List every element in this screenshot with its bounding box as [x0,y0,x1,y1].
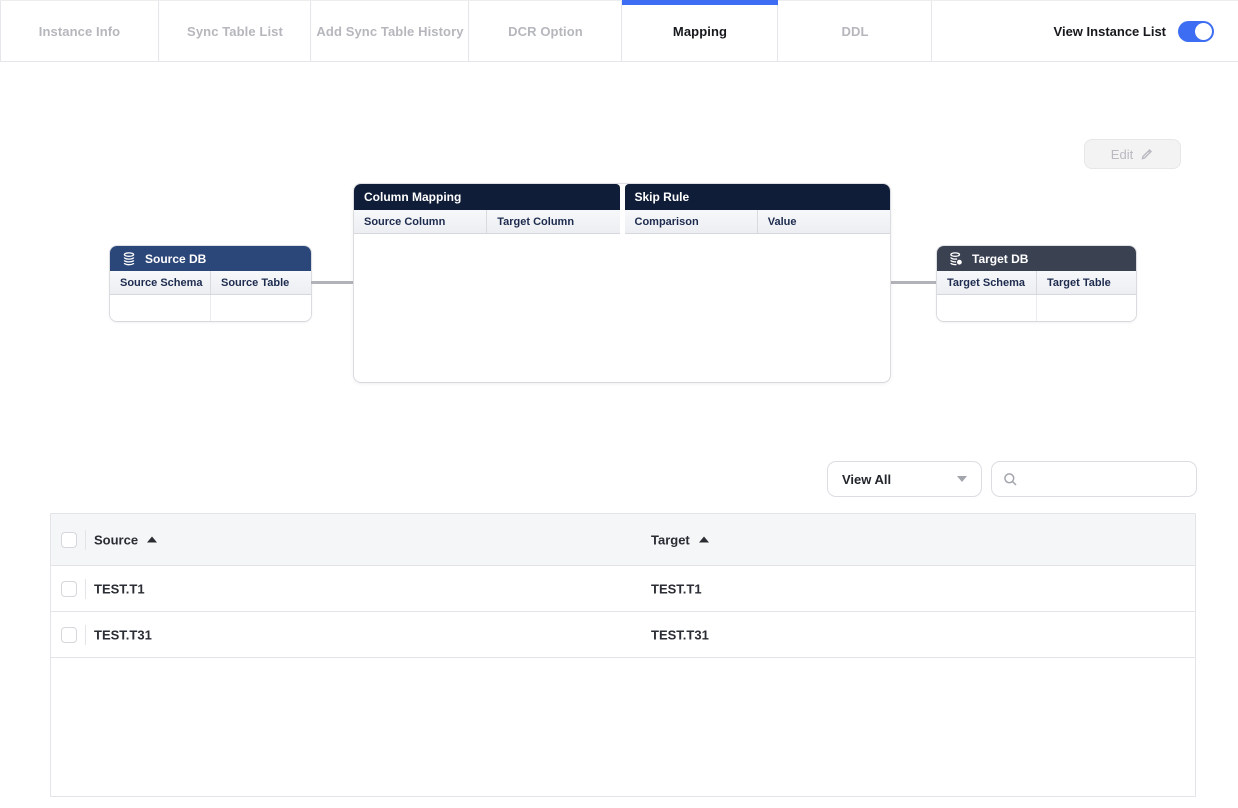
target-schema-column-header: Target Schema [937,271,1036,294]
target-db-title: Target DB [972,252,1028,266]
pencil-icon [1140,147,1154,161]
source-db-columns: Source Schema Source Table [110,271,311,295]
row-source-value: TEST.T1 [94,581,145,596]
tab-mapping[interactable]: Mapping [622,1,778,61]
database-check-icon [949,252,963,266]
tab-label: DCR Option [508,24,583,39]
tab-label: Add Sync Table History [316,24,463,39]
mapping-table: Source Target TEST.T1 TEST.T1 TEST.T31 T… [50,513,1196,797]
column-mapping-columns: Source Column Target Column [354,210,620,234]
view-all-dropdown[interactable]: View All [827,461,982,497]
column-mapping-panel: Column Mapping Source Column Target Colu… [354,184,890,382]
source-column-sort[interactable]: Source [94,532,157,547]
row-source-value: TEST.T31 [94,627,152,642]
skip-rule-section: Skip Rule Comparison Value [625,184,891,234]
target-connector-line [890,281,937,284]
search-icon [1003,472,1018,487]
source-schema-column-header: Source Schema [110,271,210,294]
header-divider [85,530,86,550]
view-all-selected-value: View All [842,472,957,487]
source-db-title: Source DB [145,252,206,266]
select-all-checkbox[interactable] [61,532,77,548]
table-row[interactable]: TEST.T1 TEST.T1 [51,566,1195,612]
row-target-value: TEST.T1 [651,581,702,596]
tab-label: Instance Info [39,24,120,39]
tab-label: Mapping [673,24,727,39]
target-column-header: Target Column [486,210,619,233]
mapping-panel-headers: Column Mapping Source Column Target Colu… [354,184,890,234]
row-checkbox[interactable] [61,581,77,597]
skip-rule-columns: Comparison Value [625,210,891,234]
comparison-column-header: Comparison [625,210,757,233]
search-box [991,461,1197,497]
target-table-column-header: Target Table [1036,271,1136,294]
source-column-header: Source Column [354,210,486,233]
target-db-empty-row [937,295,1136,321]
row-target-value: TEST.T31 [651,627,709,642]
tab-dcr-option[interactable]: DCR Option [469,1,622,61]
table-header-row: Source Target [51,514,1195,566]
target-column-sort[interactable]: Target [651,532,709,547]
row-checkbox[interactable] [61,627,77,643]
table-empty-area [51,658,1195,794]
sort-ascending-icon [147,537,157,543]
chevron-down-icon [957,476,967,482]
source-connector-line [311,281,354,284]
table-row[interactable]: TEST.T31 TEST.T31 [51,612,1195,658]
tab-bar: Instance Info Sync Table List Add Sync T… [0,0,1238,62]
view-instance-list-label: View Instance List [1054,24,1166,39]
source-column-label: Source [94,532,138,547]
edit-button-label: Edit [1111,147,1133,162]
target-db-panel: Target DB Target Schema Target Table [937,246,1136,321]
tab-sync-table-list[interactable]: Sync Table List [159,1,311,61]
column-mapping-section: Column Mapping Source Column Target Colu… [354,184,620,234]
tab-ddl[interactable]: DDL [778,1,932,61]
column-mapping-title: Column Mapping [354,184,620,210]
target-column-label: Target [651,532,690,547]
database-icon [122,252,136,266]
row-divider [85,579,86,599]
tab-label: DDL [841,24,868,39]
target-db-header: Target DB [937,246,1136,271]
tab-label: Sync Table List [187,24,283,39]
source-db-header: Source DB [110,246,311,271]
source-db-empty-row [110,295,311,321]
row-divider [85,625,86,645]
search-input[interactable] [1026,472,1202,487]
source-db-panel: Source DB Source Schema Source Table [110,246,311,321]
value-column-header: Value [757,210,890,233]
skip-rule-title: Skip Rule [625,184,891,210]
tabbar-right-area: View Instance List [932,1,1238,61]
mapping-page: Instance Info Sync Table List Add Sync T… [0,0,1238,808]
target-db-columns: Target Schema Target Table [937,271,1136,295]
view-instance-list-toggle[interactable] [1178,21,1214,42]
sort-ascending-icon [699,537,709,543]
edit-button[interactable]: Edit [1084,139,1181,169]
toggle-knob [1195,23,1212,40]
source-table-column-header: Source Table [210,271,311,294]
tab-instance-info[interactable]: Instance Info [0,1,159,61]
tab-add-sync-table-history[interactable]: Add Sync Table History [311,1,469,61]
